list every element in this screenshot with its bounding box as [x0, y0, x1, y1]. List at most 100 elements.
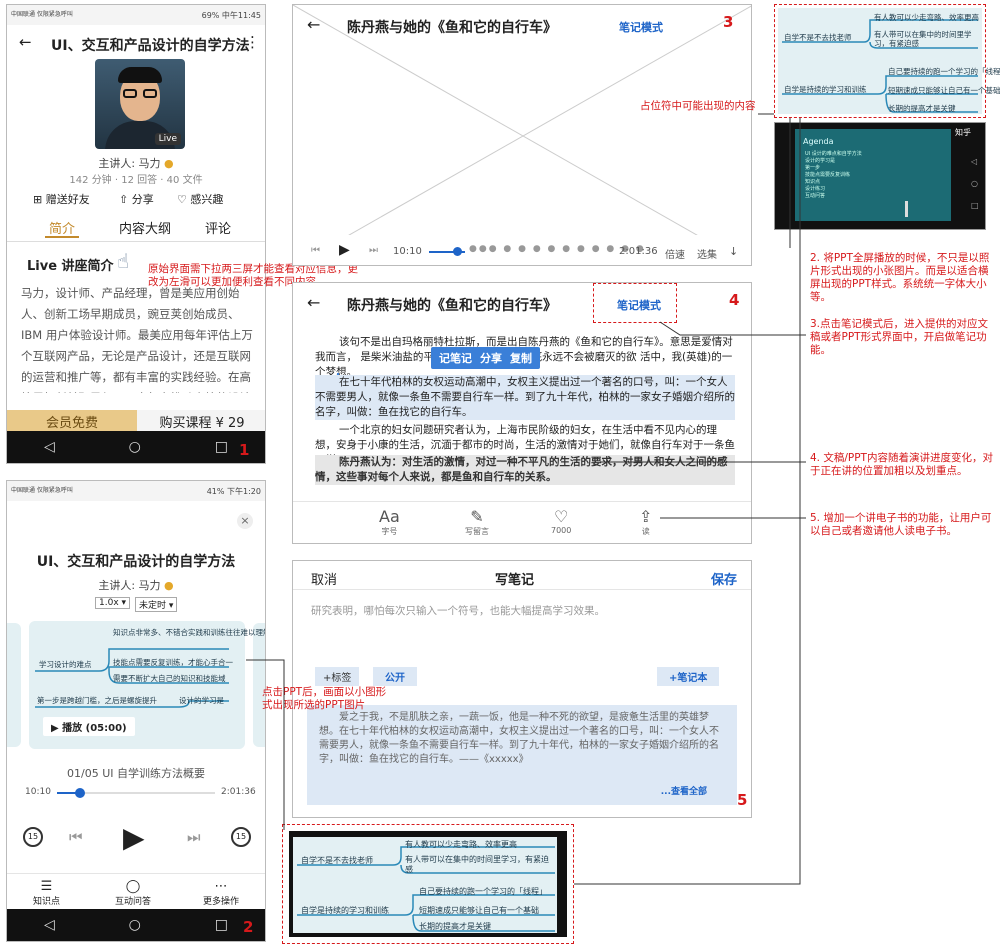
view-all-link[interactable]: ...查看全部 [661, 785, 707, 799]
like-button[interactable]: ♡ 7000 [551, 507, 571, 535]
note-mode-button[interactable]: 笔记模式 [617, 297, 661, 313]
more-icon: ⋯ [214, 879, 228, 894]
prev-icon[interactable]: ⏮ [311, 245, 320, 256]
back-arrow-icon[interactable]: ← [307, 293, 320, 312]
mindmap-lines [782, 19, 978, 113]
select-episode-button[interactable]: 选集 [697, 246, 717, 261]
more-actions-button[interactable]: ⋯ 更多操作 [203, 879, 239, 907]
heart-icon: ♡ [554, 507, 569, 526]
knowledge-button[interactable]: ☰ 知识点 [33, 879, 60, 907]
speed-select[interactable]: 1.0x ▾ [95, 597, 131, 609]
page-title: 写笔记 [495, 573, 535, 588]
mindmap-left-1: 自学不是不去找老师 [784, 33, 852, 42]
annotation-ppt-click: 点击PPT后，画面以小图形式出现所选的PPT图片 [262, 686, 387, 711]
speed-button[interactable]: 倍速 [665, 246, 685, 261]
nav-recent-icon[interactable]: □ [215, 917, 228, 933]
annotation-placeholder: 占位符中可能出现的内容 [640, 100, 756, 112]
rewind-15-icon[interactable]: 15 [23, 827, 43, 847]
placeholder-cross [293, 5, 751, 265]
back-arrow-icon[interactable]: ← [19, 33, 32, 51]
play-ppt-button[interactable]: ▶ 播放 (05:00) [43, 717, 135, 736]
tab-intro[interactable]: 简介 [49, 218, 75, 237]
speaker-figure [905, 201, 908, 217]
ppt-nav-icons[interactable]: ◁ ○ □ [971, 151, 979, 217]
font-size-button[interactable]: Aa 字号 [379, 507, 400, 537]
paragraph-2-selected[interactable]: 在七十年代柏林的女权运动高潮中，女权主义提出过一个著名的口号，叫：一个女人不需要… [315, 375, 735, 420]
progress-handle[interactable] [75, 788, 85, 798]
time-end: 2:01:36 [221, 787, 256, 797]
thumbnail-lines [297, 846, 555, 932]
next-card[interactable] [253, 623, 265, 747]
back-arrow-icon[interactable]: ← [307, 15, 320, 34]
share-button[interactable]: 分享 [480, 350, 502, 366]
next-track-icon[interactable]: ⏭ [187, 828, 201, 846]
ppt-slide: Agenda UI 设计的难点和自学方法 设计的学习是 第一步 技能点需要反复训… [795, 129, 951, 221]
gift-button[interactable]: ⊞ 赠送好友 [33, 191, 90, 207]
nav-back-icon[interactable]: ◁ [44, 917, 55, 933]
quoted-text: 爱之于我，不是肌肤之亲，一蔬一饭，他是一种不死的欲望，是疲惫生活里的英雄梦想。在… [319, 712, 719, 765]
nav-home-icon[interactable]: ○ [129, 439, 141, 455]
track-title: 01/05 UI 自学训练方法概要 [67, 767, 205, 780]
font-size-icon: Aa [379, 507, 400, 526]
notebook-button[interactable]: +笔记本 [657, 667, 720, 686]
public-toggle[interactable]: 公开 [373, 667, 417, 686]
copy-button[interactable]: 复制 [510, 350, 532, 366]
live-badge: Live [154, 133, 181, 145]
annotation-2: 2. 将PPT全屏播放的时候，不只是以照片形式出现的小张图片。而是以适合横屏出现… [810, 252, 990, 303]
next-icon[interactable]: ⏭ [369, 245, 378, 256]
nav-recent-icon[interactable]: □ [215, 439, 228, 455]
course-stats: 142 分钟 · 12 回答 · 40 文件 [69, 175, 203, 186]
interest-button[interactable]: ♡ 感兴趣 [177, 191, 223, 207]
time-end: 2:01:36 [619, 246, 658, 257]
more-icon[interactable]: ⋮ [245, 33, 260, 51]
divider [293, 589, 751, 590]
intro-description: 马力，设计师、产品经理，曾是美应用创始人、创新工场早期成员，豌豆荚创始成员、IB… [21, 286, 253, 393]
mindmap-right-3: 自己要持续的跑一个学习的「线程」 [888, 67, 1000, 76]
timer-select[interactable]: 未定时 ▾ [135, 597, 178, 612]
comment-button[interactable]: ✎ 写留言 [465, 507, 489, 537]
nav-home-icon[interactable]: ○ [129, 917, 141, 933]
share-button[interactable]: ⇧ 分享 [119, 191, 154, 207]
note-mode-button[interactable]: 笔记模式 [619, 19, 663, 35]
close-icon[interactable]: × [237, 513, 253, 529]
download-icon[interactable]: ↓ [729, 245, 738, 258]
zhihu-logo: 知乎 [955, 128, 971, 137]
play-icon[interactable]: ▶ [123, 821, 145, 854]
chat-icon: ◯ [125, 879, 141, 894]
quote-box: 爱之于我，不是肌肤之亲，一蔬一饭，他是一种不死的欲望，是疲惫生活里的英雄梦想。在… [307, 705, 737, 805]
prev-track-icon[interactable]: ⏮ [69, 828, 83, 846]
take-note-button[interactable]: 记笔记 [439, 350, 472, 366]
annotation-3: 3.点击笔记模式后，进入提供的对应文稿或者PPT形式界面中，开启做笔记功能。 [810, 318, 989, 356]
save-button[interactable]: 保存 [711, 569, 737, 588]
annotation-4: 4. 文稿/PPT内容随着演讲进度变化，对于正在讲的位置加粗以及划重点。 [810, 452, 993, 477]
tab-outline[interactable]: 内容大纲 [119, 218, 171, 237]
thumbnail-mindmap: 自学不是不去找老师 有人教可以少走弯路、效率更高 有人带可以在集中的时间里学习，… [293, 837, 557, 933]
cancel-button[interactable]: 取消 [311, 569, 337, 588]
ppt-card[interactable]: 知识点非常多、不错合实践和训练往往难以理解 学习设计的难点 技能点需要反复训练，… [29, 621, 265, 749]
mindmap-frame: 自学不是不去找老师 有人教可以少走弯路、效率更高 有人带可以在集中的时间里学习，… [774, 4, 1000, 118]
swipe-hand-icon: ☝ [117, 249, 130, 273]
tag-button[interactable]: +标签 [315, 667, 360, 686]
ppt-fullscreen[interactable]: Agenda UI 设计的难点和自学方法 设计的学习是 第一步 技能点需要反复训… [774, 122, 986, 230]
android-nav-bar: ◁ ○ □ [7, 431, 265, 463]
screen-number: 2 [243, 918, 254, 936]
mindmap-left-2: 自学是持续的学习和训练 [784, 85, 867, 94]
badge-icon: ● [164, 579, 174, 592]
divider [293, 501, 751, 502]
ppt-thumbnail[interactable]: 自学不是不去找老师 有人教可以少走弯路、效率更高 有人带可以在集中的时间里学习，… [289, 831, 567, 937]
speaker-name: 主讲人: 马力 ● [98, 579, 174, 592]
course-title: UI、交互和产品设计的自学方法 [36, 554, 236, 570]
qa-button[interactable]: ◯ 互动问答 [115, 879, 151, 907]
divider [7, 873, 265, 874]
note-input[interactable]: 研究表明，哪怕每次只输入一个符号，也能大幅提高学习效果。 [311, 603, 605, 618]
badge-icon: ● [164, 157, 174, 170]
tab-comments[interactable]: 评论 [205, 218, 231, 237]
read-button[interactable]: ⇪ 读 [639, 507, 652, 537]
prev-card[interactable] [7, 623, 21, 747]
forward-15-icon[interactable]: 15 [231, 827, 251, 847]
speaker-avatar[interactable]: Live [95, 59, 185, 149]
progress-handle[interactable] [453, 247, 462, 256]
play-icon[interactable]: ▶ [339, 242, 350, 258]
speaker-name: 主讲人: 马力 ● [98, 157, 174, 170]
nav-back-icon[interactable]: ◁ [44, 439, 55, 455]
